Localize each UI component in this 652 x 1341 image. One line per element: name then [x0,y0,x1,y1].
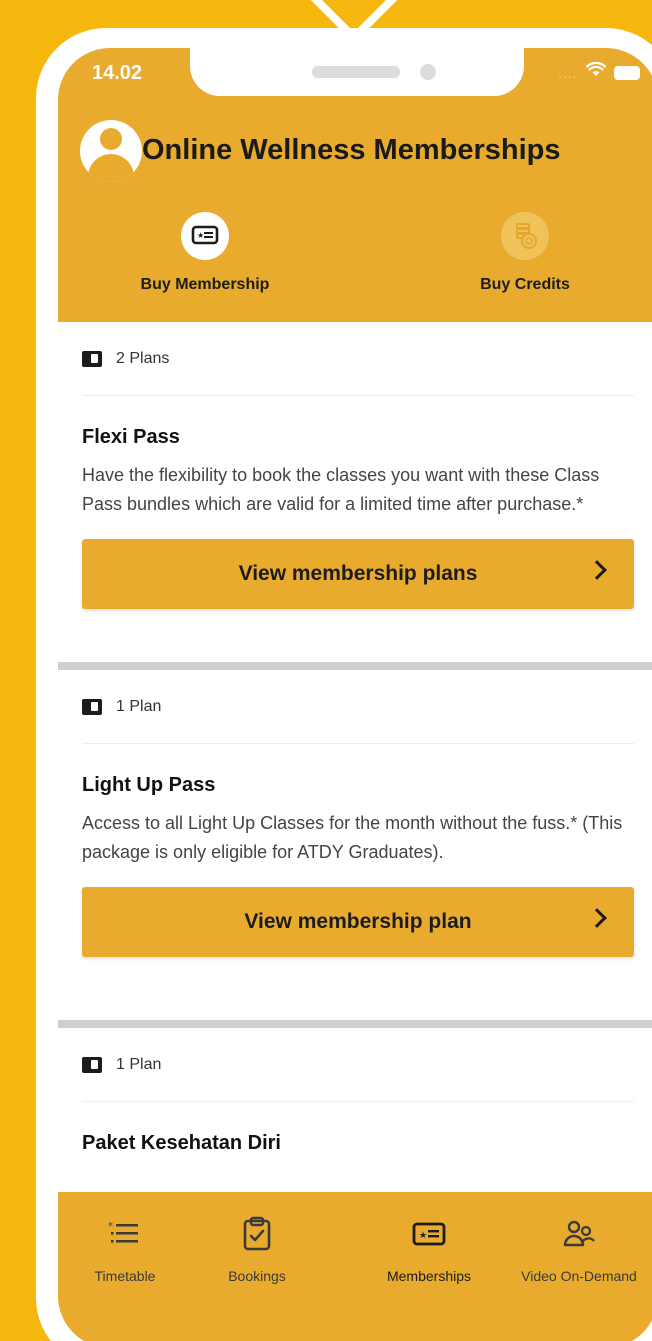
plans-count: 2 Plans [116,349,170,367]
tab-buy-credits[interactable]: Buy Credits [415,212,635,294]
plans-count: 1 Plan [116,1055,162,1073]
plan-card-flexi-pass: 2 Plans Flexi Pass Have the flexibility … [58,322,652,662]
plans-count-row: 1 Plan [82,1028,634,1102]
avatar-head [100,128,122,150]
list-icon: * [58,1214,200,1254]
status-icons: .... [558,61,640,83]
app-header: 14.02 .... Online Wellness Memberships ★… [58,48,652,322]
view-membership-plan-button[interactable]: View membership plan [82,887,634,957]
chevron-right-icon [587,560,607,580]
nav-item-video-on-demand[interactable]: Video On-Demand [504,1214,652,1284]
membership-card-icon: ★ [354,1214,504,1254]
status-time: 14.02 [92,62,143,84]
camera [420,64,436,80]
view-membership-plans-button[interactable]: View membership plans [82,539,634,609]
nav-label-video-on-demand: Video On-Demand [521,1268,637,1284]
svg-text:★: ★ [419,1231,427,1241]
membership-list: 2 Plans Flexi Pass Have the flexibility … [58,322,652,1238]
svg-text:*: * [108,1221,113,1232]
avatar[interactable] [80,120,142,182]
chevron-right-icon [587,908,607,928]
nav-label-timetable: Timetable [94,1268,156,1284]
book-icon [82,698,102,715]
speaker [312,66,400,78]
tab-buy-membership[interactable]: ★ Buy Membership [95,212,315,294]
nav-item-bookings[interactable]: Bookings [182,1214,332,1284]
button-label: View membership plans [238,562,478,585]
battery-icon [613,65,640,80]
plans-count-row: 2 Plans [82,322,634,396]
wifi-icon [585,61,606,83]
membership-card-icon: ★ [181,212,229,260]
tab-buy-membership-label: Buy Membership [140,276,270,293]
plan-card-light-up-pass: 1 Plan Light Up Pass Access to all Light… [58,670,652,1020]
plan-description: Have the flexibility to book the classes… [82,465,600,514]
book-icon [82,350,102,367]
nav-item-timetable[interactable]: * Timetable [58,1214,200,1284]
nav-item-memberships[interactable]: ★ Memberships [354,1214,504,1284]
tab-buy-credits-label: Buy Credits [480,276,570,293]
nav-label-memberships: Memberships [386,1268,472,1284]
plans-count-row: 1 Plan [82,670,634,744]
plan-title: Light Up Pass [82,774,216,796]
bottom-nav: * Timetable Bookings ★ Memberships Video… [58,1192,652,1341]
plan-title: Paket Kesehatan Diri [82,1132,281,1154]
button-label: View membership plan [244,910,472,933]
section-divider [58,1020,652,1028]
book-icon [82,1056,102,1073]
svg-text:★: ★ [197,231,204,240]
users-icon [504,1214,652,1254]
app-screen: 14.02 .... Online Wellness Memberships ★… [58,48,652,1341]
plan-title: Flexi Pass [82,426,180,448]
clipboard-check-icon [182,1214,332,1254]
plans-count: 1 Plan [116,697,162,715]
coins-icon [501,212,549,260]
avatar-body [88,154,134,182]
section-divider [58,662,652,670]
nav-label-bookings: Bookings [228,1268,286,1284]
plan-description: Access to all Light Up Classes for the m… [82,813,623,862]
page-title: Online Wellness Memberships [142,134,561,166]
signal-icon: .... [558,64,578,81]
